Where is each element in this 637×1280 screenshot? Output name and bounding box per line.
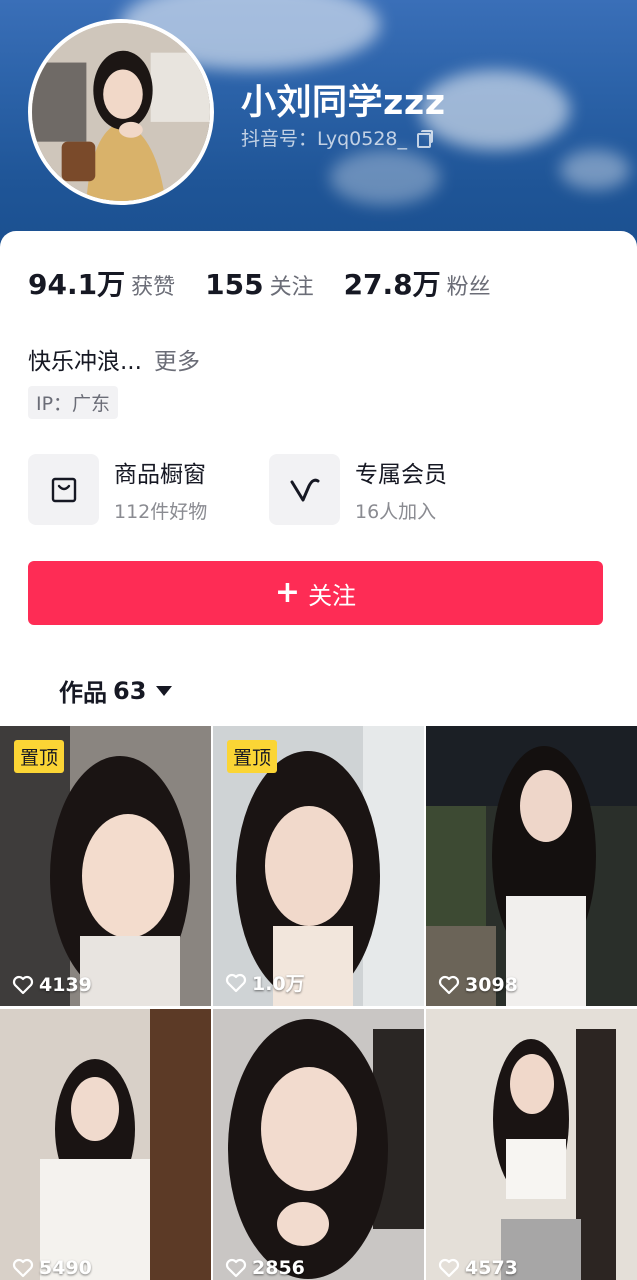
stat-label: 获赞 xyxy=(131,275,176,300)
video-cover-icon xyxy=(0,1009,211,1280)
like-count-text: 3098 xyxy=(465,974,518,996)
video-thumbnail[interactable]: 置顶 4139 xyxy=(0,726,211,1006)
heart-icon xyxy=(225,1258,247,1278)
cloud-decoration xyxy=(330,150,440,205)
heart-icon xyxy=(225,973,247,992)
pinned-badge: 置顶 xyxy=(14,740,65,773)
shopping-bag-icon xyxy=(28,454,99,525)
video-cover-icon xyxy=(426,726,637,1006)
like-count: 1.0万 xyxy=(225,969,305,996)
like-count: 4139 xyxy=(12,974,92,996)
like-count-text: 2856 xyxy=(252,1257,305,1279)
video-thumbnail[interactable]: 置顶 1.0万 xyxy=(213,726,424,1006)
video-thumbnail[interactable]: 5490 xyxy=(0,1009,211,1280)
bio: 快乐冲浪... 更多 xyxy=(28,342,200,376)
heart-icon xyxy=(12,1258,34,1278)
like-count-text: 5490 xyxy=(39,1257,92,1279)
ip-location-tag: IP：广东 xyxy=(28,386,119,419)
video-cover-icon xyxy=(213,1009,424,1280)
heart-icon xyxy=(438,975,460,995)
like-count-text: 4573 xyxy=(465,1257,518,1279)
stat-likes[interactable]: 94.1万 获赞 xyxy=(28,263,175,303)
stat-following[interactable]: 155 关注 xyxy=(205,268,313,301)
tab-works-count: 63 xyxy=(113,676,147,705)
like-count-text: 1.0万 xyxy=(252,973,305,995)
stat-label: 粉丝 xyxy=(446,275,491,300)
stat-followers[interactable]: 27.8万 粉丝 xyxy=(344,263,491,303)
avatar[interactable] xyxy=(28,19,214,205)
stat-number: 27.8万 xyxy=(343,268,441,301)
stats-row: 94.1万 获赞 155 关注 27.8万 粉丝 xyxy=(28,263,521,303)
cloud-decoration xyxy=(560,150,630,190)
nickname: 小刘同学zzz xyxy=(241,83,446,123)
entry-subtitle: 112件好物 xyxy=(114,501,208,523)
entry-title: 商品橱窗 xyxy=(114,462,206,488)
stat-number: 94.1万 xyxy=(28,268,126,301)
like-count: 4573 xyxy=(438,1257,518,1279)
copy-icon[interactable] xyxy=(417,129,433,148)
entry-subtitle: 16人加入 xyxy=(355,501,437,523)
video-thumbnail[interactable]: 2856 xyxy=(213,1009,424,1280)
avatar-photo-icon xyxy=(32,23,210,201)
tab-works[interactable]: 作品 63 xyxy=(59,673,173,708)
stat-label: 关注 xyxy=(269,275,314,300)
profile-header: 小刘同学zzz 抖音号：Lyq0528_ xyxy=(0,0,637,260)
heart-icon xyxy=(438,1258,460,1278)
stat-number: 155 xyxy=(205,268,264,301)
follow-button[interactable]: + 关注 xyxy=(28,561,603,625)
caret-down-icon[interactable] xyxy=(156,685,173,696)
like-count: 2856 xyxy=(225,1257,305,1279)
tab-works-label: 作品 xyxy=(59,679,107,707)
douyin-id[interactable]: 抖音号：Lyq0528_ xyxy=(241,124,433,151)
douyin-id-text: 抖音号：Lyq0528_ xyxy=(241,128,407,150)
video-thumbnail[interactable]: 4573 xyxy=(426,1009,637,1280)
like-count: 5490 xyxy=(12,1257,92,1279)
membership-entry[interactable]: 专属会员 16人加入 xyxy=(269,454,447,525)
bio-more-link[interactable]: 更多 xyxy=(154,342,200,376)
heart-icon xyxy=(12,975,34,995)
follow-button-label: 关注 xyxy=(308,581,357,610)
pinned-badge: 置顶 xyxy=(227,740,278,773)
shop-window-entry[interactable]: 商品橱窗 112件好物 xyxy=(28,454,207,525)
plus-icon: + xyxy=(274,575,301,610)
like-count-text: 4139 xyxy=(39,974,92,996)
video-cover-icon xyxy=(426,1009,637,1280)
v-logo-icon xyxy=(269,454,340,525)
avatar-image xyxy=(32,23,210,201)
video-thumbnail[interactable]: 3098 xyxy=(426,726,637,1006)
bio-text: 快乐冲浪... xyxy=(28,349,142,375)
like-count: 3098 xyxy=(438,974,518,996)
entry-title: 专属会员 xyxy=(355,462,447,488)
